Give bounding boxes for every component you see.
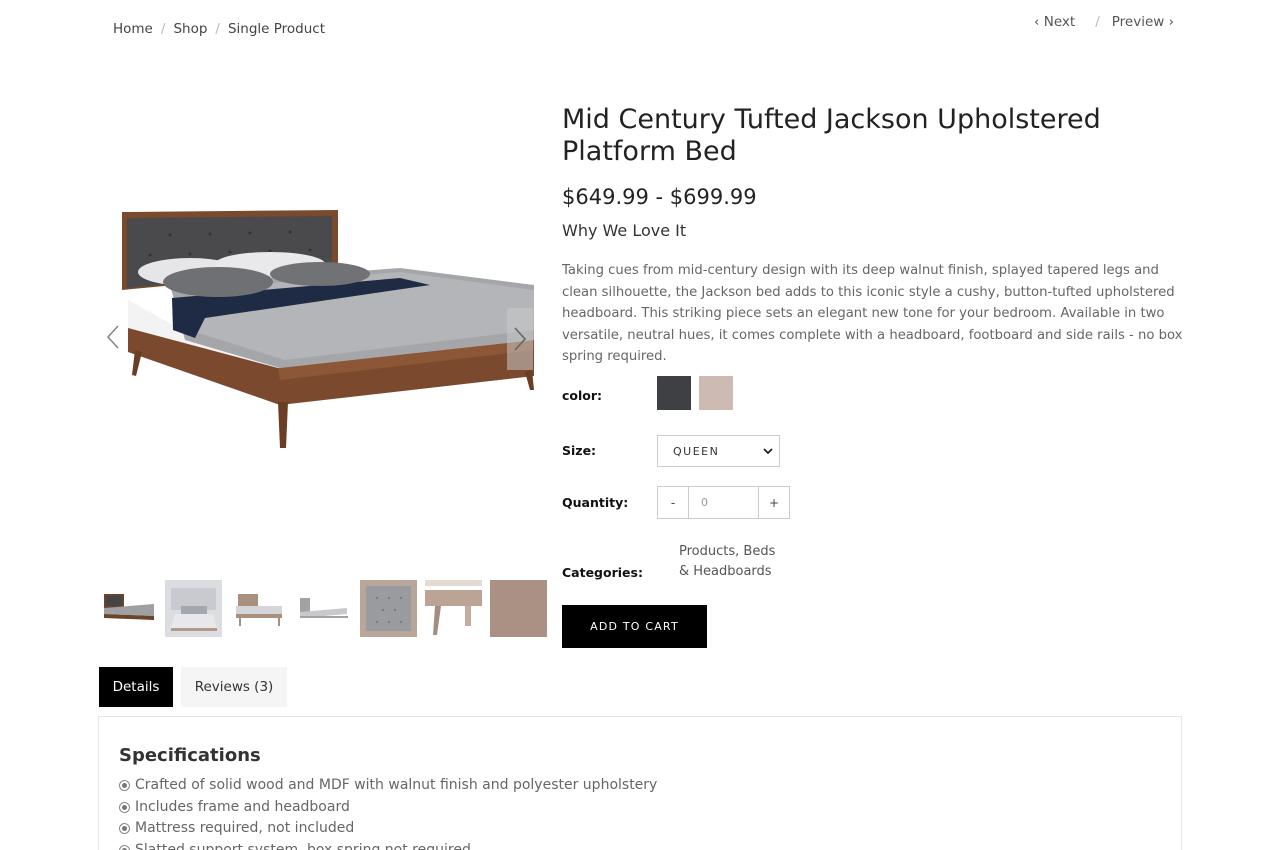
- thumbnail-1[interactable]: [100, 580, 157, 637]
- breadcrumb-single-product[interactable]: Single Product: [228, 21, 325, 37]
- chevron-right-icon: [514, 327, 527, 351]
- product-description: Taking cues from mid-century design with…: [562, 263, 1183, 364]
- breadcrumb: Home / Shop / Single Product: [113, 21, 325, 37]
- thumbnail-strip: [100, 580, 547, 637]
- thumbnail-7[interactable]: [490, 580, 547, 637]
- radio-bullet-icon: [119, 844, 130, 850]
- product-pager: ‹ Next / Preview ›: [1034, 14, 1174, 30]
- specifications-heading: Specifications: [119, 745, 261, 766]
- chevron-down-icon: [763, 448, 773, 455]
- radio-bullet-icon: [119, 780, 130, 792]
- thumbnail-6[interactable]: [425, 580, 482, 637]
- gallery-prev-button[interactable]: [100, 306, 126, 368]
- spec-text: Mattress required, not included: [135, 820, 355, 836]
- add-to-cart-button[interactable]: ADD TO CART: [562, 605, 707, 648]
- breadcrumb-separator: /: [215, 21, 220, 37]
- size-select-value: QUEEN: [673, 444, 720, 458]
- tab-details[interactable]: Details: [99, 667, 173, 707]
- list-item: Crafted of solid wood and MDF with walnu…: [119, 775, 657, 797]
- pager-separator: /: [1095, 14, 1100, 30]
- color-swatch-charcoal[interactable]: [657, 376, 691, 410]
- breadcrumb-home[interactable]: Home: [113, 21, 153, 37]
- quantity-label: Quantity:: [562, 495, 629, 510]
- product-main-image: [100, 190, 534, 470]
- chevron-left-icon: [106, 325, 119, 349]
- thumbnail-3[interactable]: [230, 580, 287, 637]
- radio-bullet-icon: [119, 801, 130, 813]
- breadcrumb-separator: /: [160, 21, 166, 37]
- specifications-list: Crafted of solid wood and MDF with walnu…: [119, 775, 657, 850]
- spec-text: Includes frame and headboard: [135, 798, 350, 815]
- thumbnail-4[interactable]: [295, 580, 352, 637]
- size-select[interactable]: QUEEN: [657, 435, 780, 467]
- quantity-increase-button[interactable]: +: [759, 487, 789, 518]
- next-product-link[interactable]: ‹ Next: [1034, 14, 1075, 30]
- breadcrumb-shop[interactable]: Shop: [173, 21, 207, 37]
- tab-reviews[interactable]: Reviews (3): [181, 667, 287, 707]
- quantity-input[interactable]: 0: [688, 487, 759, 518]
- quantity-stepper: - 0 +: [657, 486, 790, 519]
- color-label: color:: [562, 388, 603, 403]
- categories-label: Categories:: [562, 565, 643, 580]
- size-label: Size:: [562, 443, 597, 458]
- why-we-love-it-heading: Why We Love It: [562, 221, 687, 240]
- product-title: Mid Century Tufted Jackson Upholstered P…: [562, 104, 1101, 167]
- gallery-next-button[interactable]: [507, 308, 533, 370]
- list-item: Includes frame and headboard: [119, 797, 657, 819]
- product-price: $649.99 - $699.99: [562, 185, 757, 209]
- thumbnail-5[interactable]: [360, 580, 417, 637]
- list-item: Slatted support system, box spring not r…: [119, 840, 657, 850]
- spec-text: Slatted support system, box spring not r…: [135, 841, 471, 850]
- details-panel: Specifications Crafted of solid wood and…: [98, 716, 1182, 850]
- color-swatch-blush[interactable]: [699, 376, 733, 410]
- previous-product-link[interactable]: Preview ›: [1112, 14, 1174, 30]
- radio-bullet-icon: [119, 823, 130, 835]
- thumbnail-2[interactable]: [165, 580, 222, 637]
- quantity-decrease-button[interactable]: -: [658, 487, 688, 518]
- spec-text: Crafted of solid wood and MDF with walnu…: [135, 777, 658, 793]
- categories-value[interactable]: Products, Beds & Headboards: [679, 542, 789, 582]
- list-item: Mattress required, not included: [119, 818, 657, 840]
